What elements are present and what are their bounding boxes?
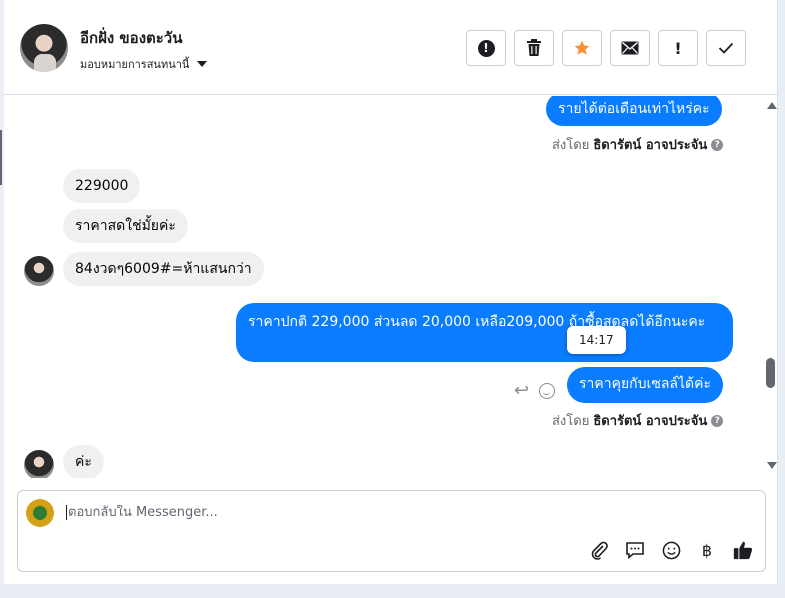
smiley-react-icon[interactable] — [539, 383, 555, 399]
exclamation-icon: ! — [674, 38, 682, 58]
star-icon — [574, 40, 590, 55]
reply-icon[interactable]: ↩ — [514, 380, 529, 401]
emoji-icon[interactable] — [660, 539, 682, 561]
message-scrollbar[interactable] — [764, 96, 778, 478]
conversation-panel: อีกฝั่ง ของตะวัน มอบหมายการสนทนานี้ ! ! … — [4, 0, 778, 584]
conversation-header: อีกฝั่ง ของตะวัน มอบหมายการสนทนานี้ ! ! — [4, 0, 778, 95]
message-incoming[interactable]: 84งวดๆ6009#=ห้าแสนกว่า — [63, 252, 264, 286]
payment-baht-icon[interactable]: ฿ — [696, 539, 718, 561]
message-outgoing[interactable]: ราคาปกติ 229,000 ส่วนลด 20,000 เหลือ209,… — [236, 303, 733, 362]
header-actions: ! ! — [466, 30, 746, 66]
follow-up-button[interactable]: ! — [658, 30, 698, 66]
message-incoming[interactable]: ค่ะ — [63, 445, 104, 478]
scroll-thumb[interactable] — [766, 358, 775, 388]
exclamation-circle-icon: ! — [477, 39, 495, 57]
delete-button[interactable] — [514, 30, 554, 66]
check-icon — [718, 42, 734, 54]
envelope-icon — [621, 41, 639, 55]
message-timestamp-tooltip: 14:17 — [567, 326, 626, 354]
sent-by-prefix: ส่งโดย — [552, 138, 590, 153]
thumbs-up-icon[interactable] — [732, 539, 754, 561]
message-composer: ฿ — [17, 490, 766, 572]
mark-unread-button[interactable] — [610, 30, 650, 66]
assign-label: มอบหมายการสนทนานี้ — [80, 58, 190, 71]
trash-icon — [527, 39, 541, 56]
done-button[interactable] — [706, 30, 746, 66]
saved-reply-icon[interactable] — [624, 539, 646, 561]
contact-avatar-small — [24, 450, 54, 478]
spam-button[interactable]: ! — [466, 30, 506, 66]
reply-input[interactable] — [66, 505, 746, 520]
page-avatar — [26, 499, 54, 527]
composer-tools: ฿ — [588, 539, 754, 561]
help-icon[interactable]: ? — [711, 414, 724, 427]
message-incoming[interactable]: ราคาสดใช่มั้ยค่ะ — [63, 209, 188, 243]
sent-by-name[interactable]: ธิดารัตน์ อาจประจัน — [593, 134, 707, 155]
message-outgoing[interactable]: ราคาคุยกับเซลล์ได้ค่ะ — [567, 367, 724, 403]
help-icon[interactable]: ? — [711, 138, 724, 151]
contact-avatar[interactable] — [20, 24, 68, 72]
scroll-up-arrow-icon[interactable] — [767, 102, 777, 109]
message-incoming[interactable]: 229000 — [63, 169, 141, 203]
message-outgoing[interactable]: รายได้ต่อเดือนเท่าไหร่คะ — [546, 96, 722, 126]
sent-by-name[interactable]: ธิดารัตน์ อาจประจัน — [593, 410, 707, 431]
sent-by-label: ส่งโดย ธิดารัตน์ อาจประจัน ? — [552, 410, 724, 431]
assign-conversation-dropdown[interactable]: มอบหมายการสนทนานี้ — [80, 55, 208, 73]
contact-avatar-small — [24, 256, 54, 286]
caret-down-icon — [197, 61, 208, 67]
attachment-icon[interactable] — [588, 539, 610, 561]
star-button[interactable] — [562, 30, 602, 66]
scroll-down-arrow-icon[interactable] — [767, 462, 777, 469]
left-edge-marker — [0, 130, 2, 185]
contact-name[interactable]: อีกฝั่ง ของตะวัน — [80, 26, 183, 50]
sent-by-prefix: ส่งโดย — [552, 414, 590, 429]
message-list: รายได้ต่อเดือนเท่าไหร่คะ ส่งโดย ธิดารัตน… — [4, 96, 764, 478]
sent-by-label: ส่งโดย ธิดารัตน์ อาจประจัน ? — [552, 134, 724, 155]
